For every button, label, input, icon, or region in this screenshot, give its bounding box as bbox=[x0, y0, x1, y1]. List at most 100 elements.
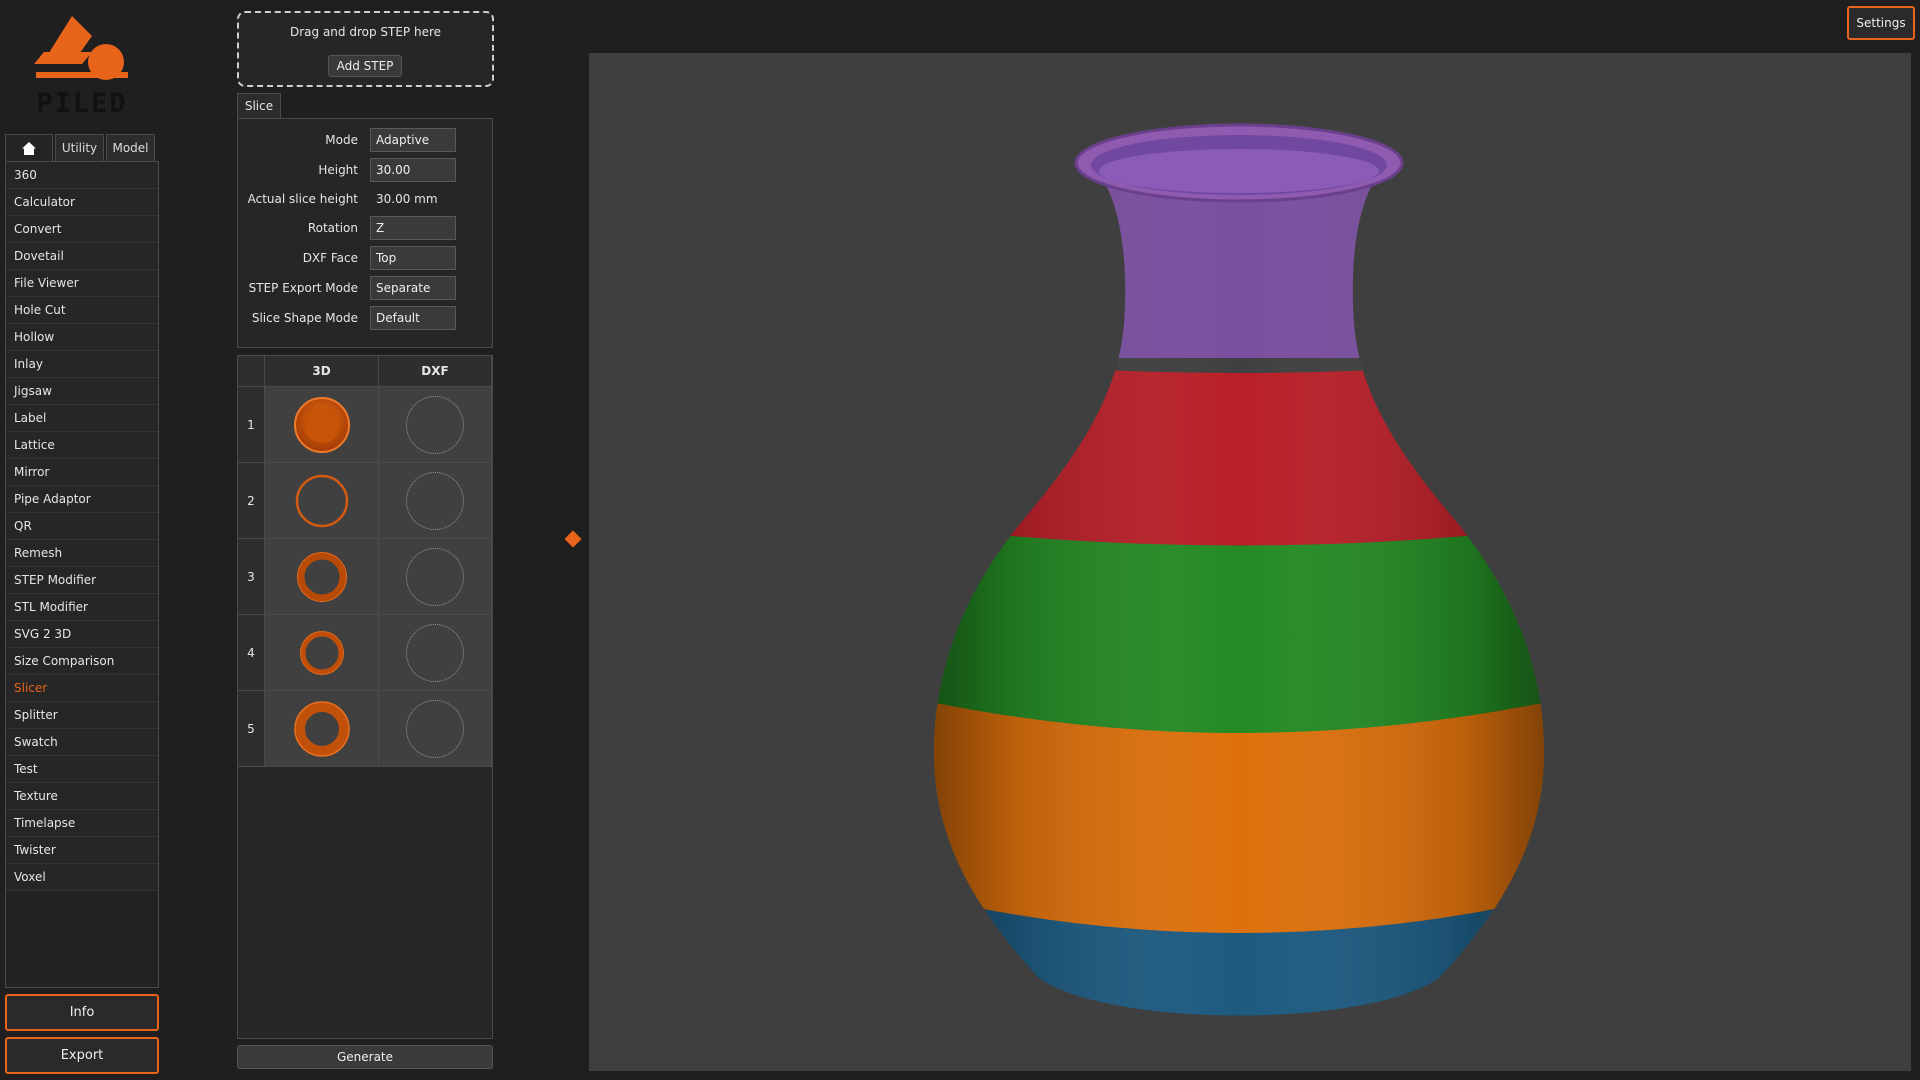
row-number: 4 bbox=[238, 615, 265, 691]
tool-item-test[interactable]: Test bbox=[6, 756, 158, 783]
slice-3d-preview[interactable] bbox=[265, 615, 379, 691]
rotation-label: Rotation bbox=[307, 221, 358, 235]
height-row: Height 30.00 bbox=[238, 158, 494, 182]
slice-ring-icon bbox=[299, 630, 344, 675]
shape-mode-label: Slice Shape Mode bbox=[251, 311, 358, 325]
tool-item-pipe-adaptor[interactable]: Pipe Adaptor bbox=[6, 486, 158, 513]
slice-dxf-preview[interactable] bbox=[379, 463, 492, 539]
tool-item-dovetail[interactable]: Dovetail bbox=[6, 243, 158, 270]
tool-item-360[interactable]: 360 bbox=[6, 162, 158, 189]
row-number: 1 bbox=[238, 387, 265, 463]
table-row[interactable]: 3 bbox=[238, 539, 492, 615]
tool-list: 360 Calculator Convert Dovetail File Vie… bbox=[5, 161, 159, 988]
tool-item-timelapse[interactable]: Timelapse bbox=[6, 810, 158, 837]
tool-item-file-viewer[interactable]: File Viewer bbox=[6, 270, 158, 297]
actual-height-row: Actual slice height 30.00 mm bbox=[238, 187, 494, 211]
slice-dxf-preview[interactable] bbox=[379, 615, 492, 691]
slice-ring-icon bbox=[296, 551, 347, 602]
slice-ring-icon bbox=[295, 474, 348, 527]
row-number: 5 bbox=[238, 691, 265, 767]
shape-mode-row: Slice Shape Mode Default bbox=[238, 306, 494, 330]
table-row[interactable]: 1 bbox=[238, 387, 492, 463]
step-export-row: STEP Export Mode Separate bbox=[238, 276, 494, 300]
tool-item-step-modifier[interactable]: STEP Modifier bbox=[6, 567, 158, 594]
tab-slice[interactable]: Slice bbox=[237, 93, 281, 118]
panel-splitter-handle[interactable] bbox=[564, 530, 582, 548]
slice-3d-preview[interactable] bbox=[265, 691, 379, 767]
table-corner bbox=[238, 356, 265, 387]
vase-model bbox=[934, 123, 1544, 1016]
tool-item-swatch[interactable]: Swatch bbox=[6, 729, 158, 756]
dxf-face-select[interactable]: Top bbox=[370, 246, 456, 270]
tab-utility[interactable]: Utility bbox=[55, 134, 104, 161]
actual-height-value: 30.00 mm bbox=[376, 192, 438, 206]
dxf-outline-icon bbox=[406, 699, 464, 758]
tool-item-hollow[interactable]: Hollow bbox=[6, 324, 158, 351]
tool-item-texture[interactable]: Texture bbox=[6, 783, 158, 810]
dxf-outline-icon bbox=[406, 623, 464, 682]
height-input[interactable]: 30.00 bbox=[370, 158, 456, 182]
dxf-face-label: DXF Face bbox=[302, 251, 358, 265]
info-button[interactable]: Info bbox=[5, 994, 159, 1031]
dropzone-text: Drag and drop STEP here bbox=[289, 25, 442, 39]
logo-mark-icon bbox=[34, 16, 128, 80]
export-button[interactable]: Export bbox=[5, 1037, 159, 1074]
tool-item-calculator[interactable]: Calculator bbox=[6, 189, 158, 216]
tool-item-label[interactable]: Label bbox=[6, 405, 158, 432]
tool-item-qr[interactable]: QR bbox=[6, 513, 158, 540]
dxf-outline-icon bbox=[406, 547, 464, 606]
slice-ring-icon bbox=[293, 700, 350, 757]
tool-item-jigsaw[interactable]: Jigsaw bbox=[6, 378, 158, 405]
tab-home[interactable] bbox=[5, 134, 53, 161]
dxf-outline-icon bbox=[406, 395, 464, 454]
shape-mode-select[interactable]: Default bbox=[370, 306, 456, 330]
step-export-label: STEP Export Mode bbox=[248, 281, 358, 295]
tool-item-inlay[interactable]: Inlay bbox=[6, 351, 158, 378]
tool-item-hole-cut[interactable]: Hole Cut bbox=[6, 297, 158, 324]
tool-item-size-comparison[interactable]: Size Comparison bbox=[6, 648, 158, 675]
slice-settings-panel: Mode Adaptive Height 30.00 Actual slice … bbox=[237, 118, 493, 348]
tool-item-twister[interactable]: Twister bbox=[6, 837, 158, 864]
height-label: Height bbox=[318, 163, 358, 177]
step-export-select[interactable]: Separate bbox=[370, 276, 456, 300]
tool-item-voxel[interactable]: Voxel bbox=[6, 864, 158, 891]
tool-item-stl-modifier[interactable]: STL Modifier bbox=[6, 594, 158, 621]
row-number: 3 bbox=[238, 539, 265, 615]
add-step-button[interactable]: Add STEP bbox=[328, 55, 402, 77]
mode-select[interactable]: Adaptive bbox=[370, 128, 456, 152]
slice-dxf-preview[interactable] bbox=[379, 691, 492, 767]
tool-item-slicer[interactable]: Slicer bbox=[6, 675, 158, 702]
slice-ring-icon bbox=[293, 396, 350, 453]
rotation-select[interactable]: Z bbox=[370, 216, 456, 240]
row-number: 2 bbox=[238, 463, 265, 539]
table-row[interactable]: 5 bbox=[238, 691, 492, 767]
dxf-outline-icon bbox=[406, 471, 464, 530]
step-dropzone[interactable]: Drag and drop STEP here Add STEP bbox=[237, 11, 494, 87]
tool-item-remesh[interactable]: Remesh bbox=[6, 540, 158, 567]
tool-item-lattice[interactable]: Lattice bbox=[6, 432, 158, 459]
table-row[interactable]: 2 bbox=[238, 463, 492, 539]
table-row[interactable]: 4 bbox=[238, 615, 492, 691]
app-logo: PILED bbox=[34, 16, 130, 120]
rotation-row: Rotation Z bbox=[238, 216, 494, 240]
settings-button[interactable]: Settings bbox=[1847, 6, 1915, 40]
actual-height-label: Actual slice height bbox=[247, 192, 358, 206]
column-header-3d: 3D bbox=[265, 356, 379, 387]
tool-item-splitter[interactable]: Splitter bbox=[6, 702, 158, 729]
dxf-face-row: DXF Face Top bbox=[238, 246, 494, 270]
mode-label: Mode bbox=[325, 133, 358, 147]
column-header-dxf: DXF bbox=[379, 356, 492, 387]
generate-button[interactable]: Generate bbox=[237, 1045, 493, 1069]
tab-model[interactable]: Model bbox=[106, 134, 155, 161]
3d-viewport[interactable] bbox=[589, 53, 1911, 1071]
slices-table: 3D DXF 1 2 3 4 5 bbox=[237, 355, 493, 1039]
slice-3d-preview[interactable] bbox=[265, 539, 379, 615]
tool-item-convert[interactable]: Convert bbox=[6, 216, 158, 243]
slice-3d-preview[interactable] bbox=[265, 463, 379, 539]
slice-dxf-preview[interactable] bbox=[379, 539, 492, 615]
tool-item-mirror[interactable]: Mirror bbox=[6, 459, 158, 486]
slice-dxf-preview[interactable] bbox=[379, 387, 492, 463]
tool-item-svg-2-3d[interactable]: SVG 2 3D bbox=[6, 621, 158, 648]
slice-3d-preview[interactable] bbox=[265, 387, 379, 463]
logo-text: PILED bbox=[36, 88, 128, 119]
